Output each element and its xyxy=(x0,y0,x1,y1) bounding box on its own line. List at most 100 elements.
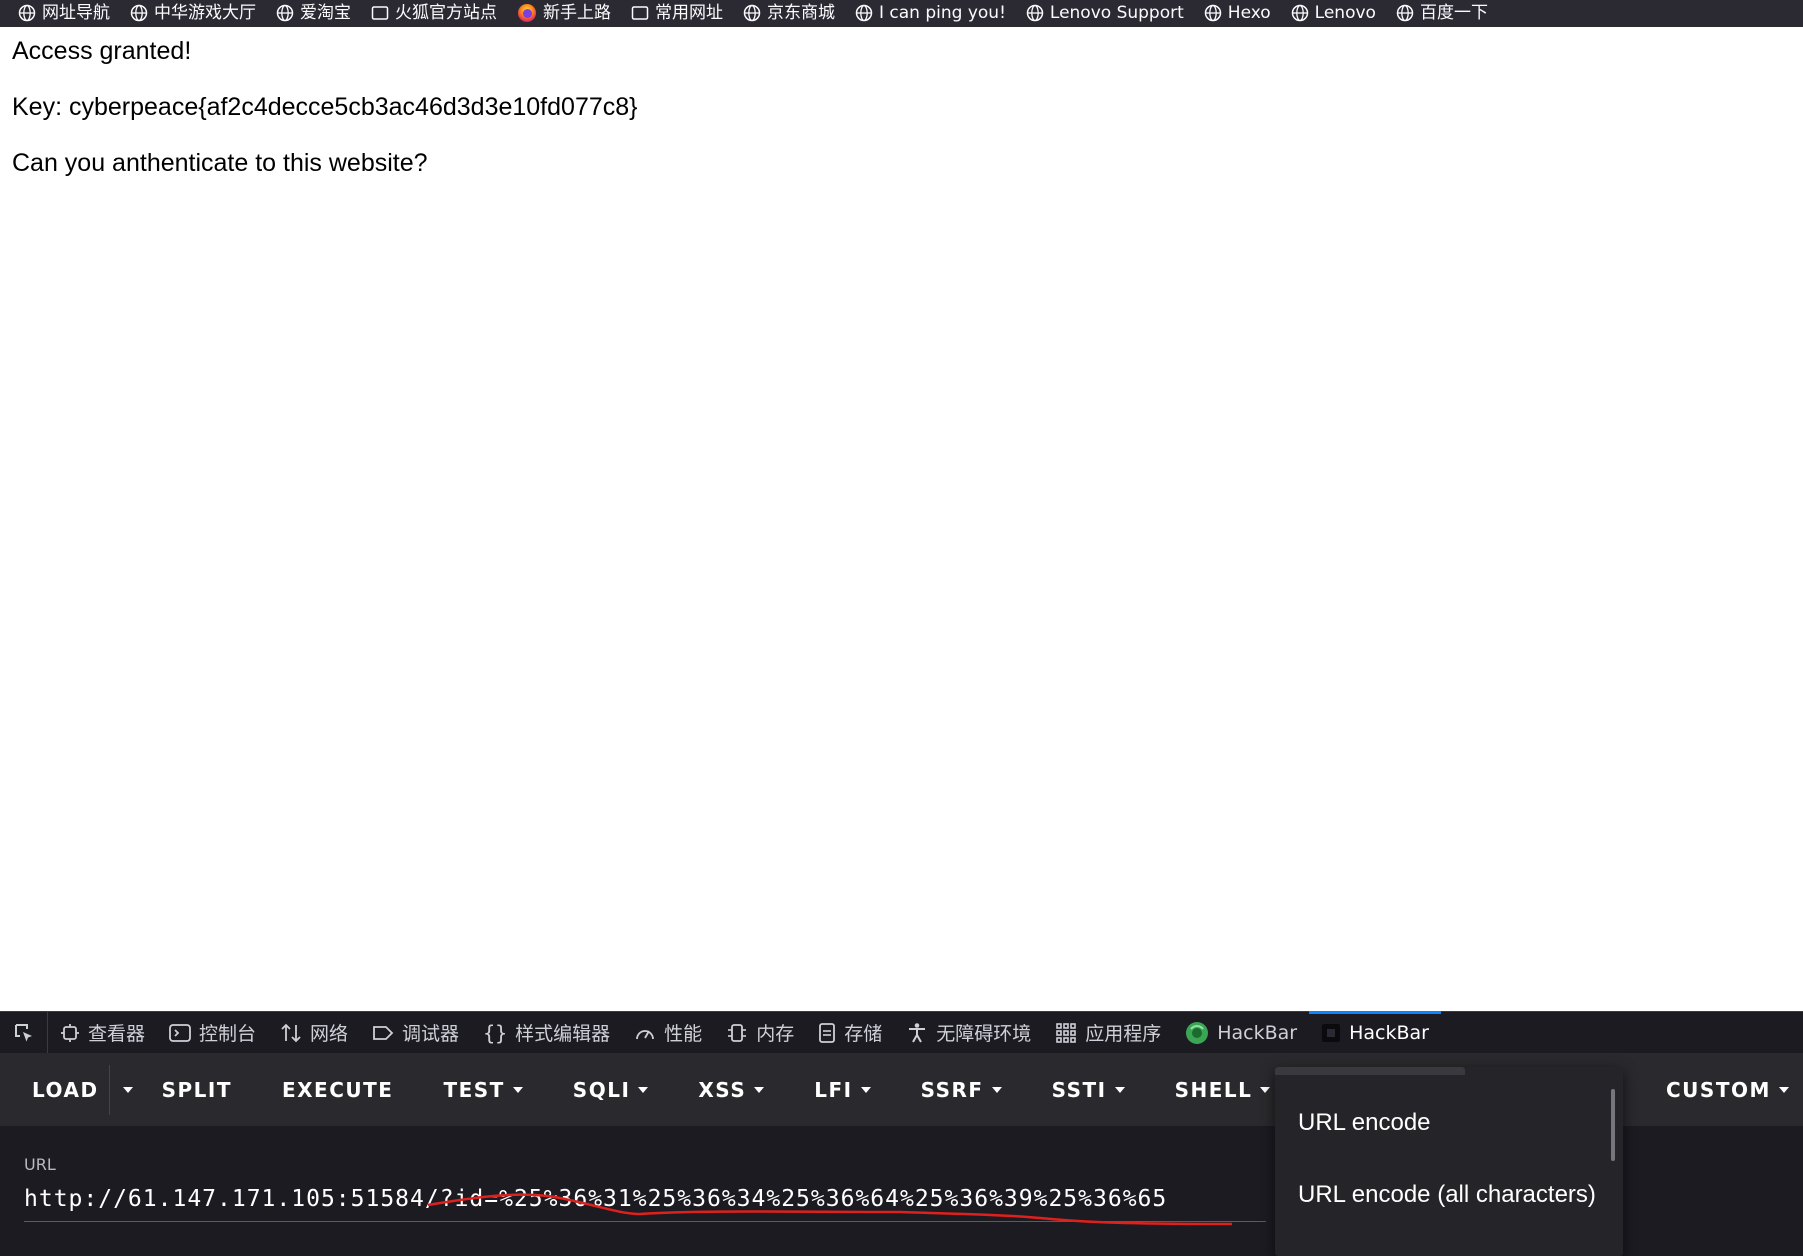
url-input-underline xyxy=(24,1221,1266,1222)
globe-icon xyxy=(1291,4,1308,22)
tab-label: 内存 xyxy=(756,1023,795,1045)
bookmark-item[interactable]: Lenovo xyxy=(1291,3,1376,23)
bookmark-folder[interactable]: 火狐官方站点 xyxy=(371,3,497,23)
network-icon xyxy=(281,1023,301,1042)
bookmark-item[interactable]: 网址导航 xyxy=(18,3,110,23)
ssrf-label: SSRF xyxy=(920,1077,984,1102)
tab-label: 样式编辑器 xyxy=(515,1023,611,1045)
tab-network[interactable]: 网络 xyxy=(268,1012,360,1054)
chevron-down-icon xyxy=(638,1086,649,1093)
tab-performance[interactable]: 性能 xyxy=(622,1012,714,1054)
memory-icon xyxy=(728,1023,747,1042)
test-menu-button[interactable]: TEST xyxy=(443,1053,523,1126)
tab-storage[interactable]: 存储 xyxy=(806,1012,894,1054)
menu-item-url-encode-all[interactable]: URL encode (all characters) xyxy=(1298,1181,1596,1209)
execute-button[interactable]: EXECUTE xyxy=(282,1053,393,1126)
tab-console[interactable]: 控制台 xyxy=(157,1012,268,1054)
bookmark-item[interactable]: 京东商城 xyxy=(743,3,835,23)
lfi-menu-button[interactable]: LFI xyxy=(814,1053,871,1126)
bookmark-item[interactable]: Hexo xyxy=(1204,3,1271,23)
folder-icon xyxy=(371,6,389,20)
element-picker-button[interactable] xyxy=(0,1011,48,1054)
tab-label: 查看器 xyxy=(88,1023,146,1045)
bookmark-label: 网址导航 xyxy=(42,2,110,23)
dropdown-scrollbar[interactable] xyxy=(1611,1089,1615,1161)
bookmark-item[interactable]: 爱淘宝 xyxy=(276,3,351,23)
shell-menu-button[interactable]: SHELL xyxy=(1175,1053,1271,1126)
firefox-icon xyxy=(518,4,536,22)
page-content: Access granted! Key: cyberpeace{af2c4dec… xyxy=(12,36,638,204)
bookmark-label: Lenovo Support xyxy=(1049,2,1184,23)
url-input[interactable]: http://61.147.171.105:51584/?id=%25%36%3… xyxy=(24,1186,1167,1212)
chevron-down-icon xyxy=(860,1086,871,1093)
bookmark-label: 百度一下 xyxy=(1419,2,1488,23)
tab-label: 性能 xyxy=(664,1023,703,1045)
bookmark-label: 爱淘宝 xyxy=(300,2,351,23)
bookmark-item[interactable]: 新手上路 xyxy=(517,3,611,23)
globe-icon xyxy=(130,4,148,22)
chevron-down-icon xyxy=(122,1086,133,1093)
application-icon xyxy=(1056,1022,1077,1043)
tab-label: 应用程序 xyxy=(1085,1023,1162,1045)
custom-label: CUSTOM xyxy=(1666,1077,1771,1102)
bookmark-label: Hexo xyxy=(1227,2,1271,23)
load-separator xyxy=(108,1064,110,1115)
globe-icon xyxy=(743,4,761,22)
tab-style-editor[interactable]: {} 样式编辑器 xyxy=(471,1012,622,1054)
split-button[interactable]: SPLIT xyxy=(162,1053,232,1126)
bookmark-item[interactable]: 百度一下 xyxy=(1396,3,1488,23)
folder-icon xyxy=(631,6,649,20)
menu-item-url-encode[interactable]: URL encode xyxy=(1298,1109,1431,1137)
globe-icon xyxy=(855,4,873,22)
key-message: Key: cyberpeace{af2c4decce5cb3ac46d3d3e1… xyxy=(12,93,638,121)
tab-application[interactable]: 应用程序 xyxy=(1043,1012,1173,1054)
chevron-down-icon xyxy=(991,1086,1002,1093)
shell-label: SHELL xyxy=(1174,1077,1253,1102)
load-label: LOAD xyxy=(32,1077,99,1102)
hackbar-dark-icon xyxy=(1322,1023,1341,1042)
tab-label: 控制台 xyxy=(199,1023,257,1045)
split-label: SPLIT xyxy=(161,1077,232,1102)
bookmark-item[interactable]: Lenovo Support xyxy=(1026,3,1184,23)
chevron-down-icon xyxy=(754,1086,765,1093)
sqli-menu-button[interactable]: SQLI xyxy=(573,1053,649,1126)
bookmarks-toolbar: 网址导航 中华游戏大厅 爱淘宝 火狐官方站点 新手上路 常用网址 京东商城 I … xyxy=(0,0,1803,27)
bookmark-label: Lenovo xyxy=(1314,2,1376,23)
chevron-down-icon xyxy=(512,1086,523,1093)
load-options-button[interactable] xyxy=(114,1053,142,1126)
tab-debugger[interactable]: 调试器 xyxy=(360,1012,471,1054)
xss-menu-button[interactable]: XSS xyxy=(698,1053,765,1126)
style-editor-icon: {} xyxy=(483,1020,508,1045)
tab-inspector[interactable]: 查看器 xyxy=(48,1012,157,1054)
tab-hackbar-1[interactable]: HackBar xyxy=(1173,1012,1309,1054)
tab-hackbar-2[interactable]: HackBar xyxy=(1309,1010,1441,1054)
bookmark-item[interactable]: 中华游戏大厅 xyxy=(130,3,256,23)
inspector-icon xyxy=(61,1023,79,1042)
bookmark-folder[interactable]: 常用网址 xyxy=(631,3,723,23)
custom-menu-button[interactable]: CUSTOM xyxy=(1666,1053,1789,1126)
url-label: URL xyxy=(24,1155,56,1174)
ssti-menu-button[interactable]: SSTI xyxy=(1052,1053,1125,1126)
dropdown-anchor-tab xyxy=(1275,1067,1465,1075)
hackbar-green-icon xyxy=(1186,1021,1209,1044)
globe-icon xyxy=(1204,4,1222,22)
globe-icon xyxy=(1026,4,1044,22)
globe-icon xyxy=(276,4,294,22)
chevron-down-icon xyxy=(1260,1086,1271,1093)
bookmark-label: I can ping you! xyxy=(879,2,1006,23)
ssrf-menu-button[interactable]: SSRF xyxy=(921,1053,1002,1126)
ssti-label: SSTI xyxy=(1051,1077,1107,1102)
tab-label: HackBar xyxy=(1349,1021,1429,1044)
bookmark-label: 常用网址 xyxy=(655,2,723,23)
bookmark-item[interactable]: I can ping you! xyxy=(855,3,1006,23)
debugger-icon xyxy=(373,1025,394,1040)
console-icon xyxy=(169,1023,191,1042)
accessibility-icon xyxy=(909,1022,926,1042)
execute-label: EXECUTE xyxy=(281,1077,394,1102)
load-button[interactable]: LOAD xyxy=(32,1053,99,1126)
globe-icon xyxy=(1396,4,1414,22)
tab-memory[interactable]: 内存 xyxy=(714,1012,806,1054)
tab-accessibility[interactable]: 无障碍环境 xyxy=(894,1012,1043,1054)
chevron-down-icon xyxy=(1114,1086,1125,1093)
lfi-label: LFI xyxy=(814,1077,853,1102)
